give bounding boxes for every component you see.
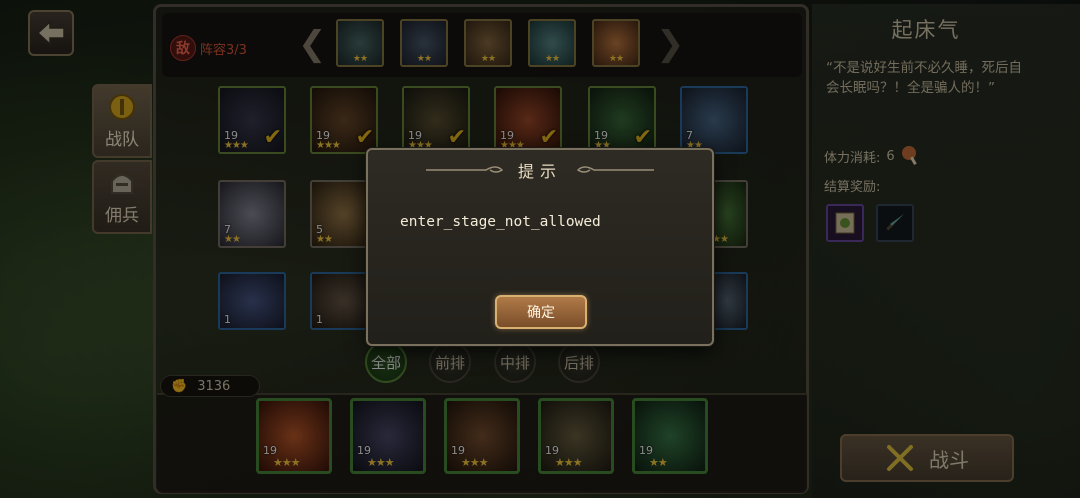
alert-dialog: 提示 enter_stage_not_allowed 确定: [366, 148, 714, 346]
ornament-left-icon: [425, 166, 504, 173]
ok-button[interactable]: 确定: [495, 295, 587, 329]
dialog-message: enter_stage_not_allowed: [400, 214, 601, 230]
dialog-title: 提示: [517, 162, 562, 181]
ornament-right-icon: [576, 166, 654, 173]
